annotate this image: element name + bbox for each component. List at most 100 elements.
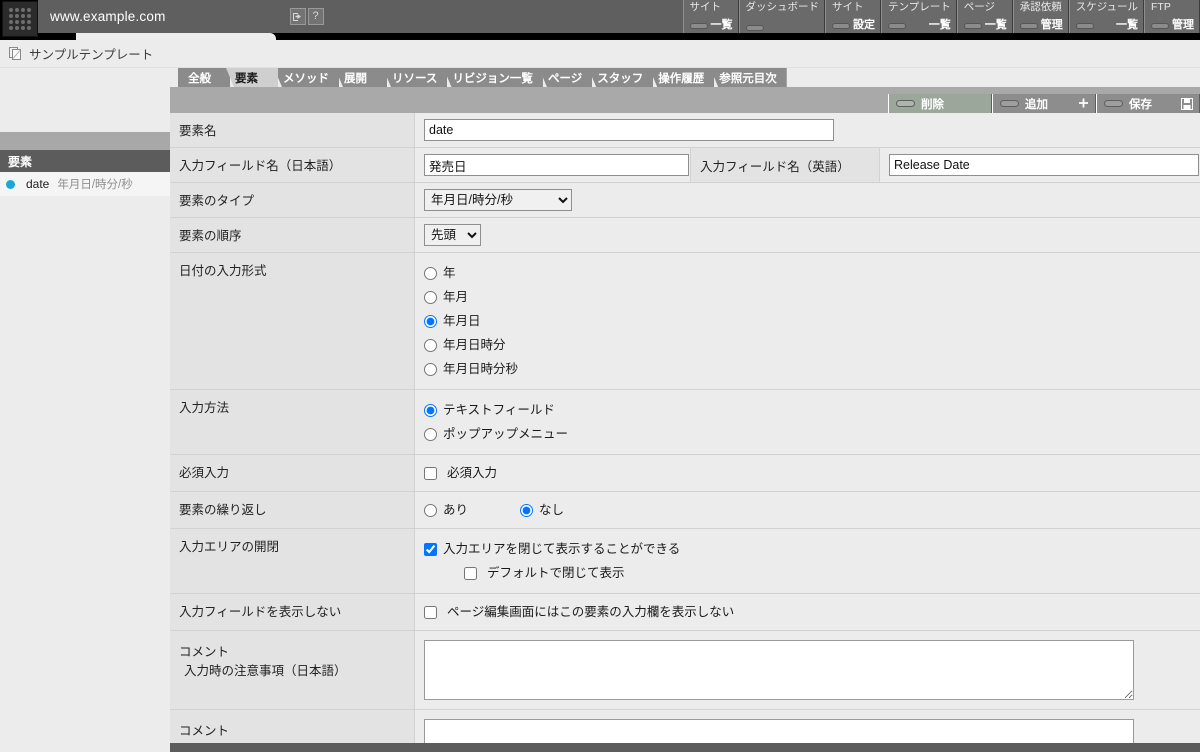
save-button[interactable]: 保存 bbox=[1096, 94, 1200, 114]
date-format-option-ymd-hms[interactable]: 年月日時分秒 bbox=[424, 359, 518, 379]
input-method-option-popup[interactable]: ポップアップメニュー bbox=[424, 424, 568, 444]
date-format-option-year-month-day[interactable]: 年月日 bbox=[424, 311, 481, 331]
nav-bottom-label: 設定 bbox=[853, 19, 876, 31]
date-format-radio[interactable] bbox=[424, 338, 437, 352]
add-button[interactable]: 追加 bbox=[992, 94, 1096, 114]
label-element-type: 要素のタイプ bbox=[170, 183, 415, 218]
tab-reference-index[interactable]: 参照元目次 bbox=[710, 68, 787, 87]
tab-revision-list[interactable]: リビジョン一覧 bbox=[443, 68, 543, 87]
date-format-option-label: 年月 bbox=[443, 290, 469, 305]
nav-item-dashboard[interactable]: ダッシュボード bbox=[738, 0, 826, 33]
nav-top-label: 承認依頼 bbox=[1019, 1, 1062, 13]
pill-icon bbox=[1075, 22, 1094, 29]
pill-icon bbox=[896, 100, 915, 108]
url-tab-shape bbox=[76, 33, 276, 40]
required-checkbox[interactable] bbox=[424, 466, 437, 480]
repeat-radio[interactable] bbox=[424, 503, 437, 517]
repeat-radio[interactable] bbox=[520, 503, 534, 517]
nav-bottom-label: 一覧 bbox=[928, 19, 951, 31]
collapse-main-checkbox[interactable] bbox=[424, 542, 437, 556]
nav-item-schedule-list[interactable]: スケジュール 一覧 bbox=[1068, 0, 1144, 33]
repeat-option-no[interactable]: なし bbox=[520, 500, 564, 520]
field-name-ja-input[interactable] bbox=[424, 154, 689, 177]
nav-top-label: サイト bbox=[832, 1, 864, 13]
label-input-method: 入力方法 bbox=[170, 390, 415, 455]
nav-top-label: サイト bbox=[689, 1, 722, 13]
nav-item-template-list[interactable]: テンプレート 一覧 bbox=[881, 0, 957, 33]
delete-button[interactable]: 削除 bbox=[888, 94, 992, 114]
action-bar: 削除 追加 保存 bbox=[170, 94, 1200, 114]
element-name-input[interactable] bbox=[424, 119, 834, 142]
row-date-format: 日付の入力形式 年 年月 年月日 年月日時分 年月日時分秒 bbox=[170, 253, 1200, 391]
date-format-option-label: 年 bbox=[443, 266, 456, 281]
question-mark-icon[interactable]: ? bbox=[307, 8, 324, 25]
sidebar-divider bbox=[0, 132, 170, 150]
label-date-format: 日付の入力形式 bbox=[170, 253, 415, 390]
nav-item-page-list[interactable]: ページ 一覧 bbox=[956, 0, 1013, 33]
date-format-option-label: 年月日 bbox=[443, 314, 481, 329]
collapse-default-checkbox-wrap[interactable]: デフォルトで閉じて表示 bbox=[464, 563, 625, 583]
dot-grid-icon[interactable] bbox=[2, 1, 38, 37]
comment-ja-textarea[interactable] bbox=[424, 640, 1134, 701]
required-checkbox-wrap[interactable]: 必須入力 bbox=[424, 463, 497, 483]
template-name: サンプルテンプレート bbox=[29, 48, 154, 62]
bottom-bar bbox=[170, 742, 1200, 752]
input-method-option-textfield[interactable]: テキストフィールド bbox=[424, 400, 555, 420]
pill-icon bbox=[963, 22, 982, 29]
date-format-option-ymd-hm[interactable]: 年月日時分 bbox=[424, 335, 506, 355]
nav-item-approval-management[interactable]: 承認依頼 管理 bbox=[1012, 0, 1069, 33]
tab-method[interactable]: メソッド bbox=[274, 68, 339, 87]
nav-item-site-list[interactable]: サイト 一覧 bbox=[682, 0, 739, 33]
input-method-radio[interactable] bbox=[424, 403, 437, 417]
pill-icon bbox=[1104, 100, 1123, 108]
date-format-radio[interactable] bbox=[424, 362, 437, 376]
tab-staff[interactable]: スタッフ bbox=[588, 68, 654, 87]
date-format-radio[interactable] bbox=[424, 290, 437, 304]
pill-icon bbox=[1019, 22, 1038, 29]
comment-en-line1: コメント bbox=[179, 724, 230, 739]
date-format-radio[interactable] bbox=[424, 266, 437, 280]
row-input-method: 入力方法 テキストフィールド ポップアップメニュー bbox=[170, 390, 1200, 456]
tab-deploy[interactable]: 展開 bbox=[335, 68, 387, 87]
hide-field-checkbox-wrap[interactable]: ページ編集画面にはこの要素の入力欄を表示しない bbox=[424, 602, 734, 622]
date-format-option-year-month[interactable]: 年月 bbox=[424, 287, 468, 307]
tab-element[interactable]: 要素 bbox=[226, 68, 278, 87]
label-collapse: 入力エリアの開閉 bbox=[170, 529, 415, 594]
logout-arrow-icon[interactable] bbox=[289, 8, 306, 25]
element-order-select[interactable]: 先頭 bbox=[424, 224, 481, 247]
repeat-option-yes[interactable]: あり bbox=[424, 500, 468, 520]
nav-item-ftp-management[interactable]: FTP 管理 bbox=[1144, 0, 1200, 33]
row-element-name: 要素名 bbox=[170, 113, 1200, 149]
nav-bottom-label: 一覧 bbox=[984, 19, 1007, 31]
row-hide-field: 入力フィールドを表示しない ページ編集画面にはこの要素の入力欄を表示しない bbox=[170, 594, 1200, 632]
comment-en-textarea[interactable] bbox=[424, 719, 1134, 743]
label-comment-en: コメント 入力時の注意事項（英語） bbox=[170, 710, 415, 743]
date-format-option-year[interactable]: 年 bbox=[424, 263, 456, 283]
field-name-en-input[interactable] bbox=[889, 154, 1199, 177]
global-nav: サイト 一覧 ダッシュボード サイト 設定 テンプレート 一覧 ページ 一覧 承… bbox=[682, 0, 1200, 33]
app-bar: www.example.com ? サイト 一覧 ダッシュボード サイト 設定 … bbox=[38, 0, 1200, 40]
date-format-radio[interactable] bbox=[424, 314, 437, 328]
pill-icon bbox=[1000, 100, 1019, 108]
date-format-option-label: 年月日時分秒 bbox=[443, 362, 519, 377]
element-type-select[interactable]: 年月日/時分/秒 bbox=[424, 189, 572, 212]
label-comment-ja: コメント 入力時の注意事項（日本語） bbox=[170, 631, 415, 710]
hide-field-checkbox[interactable] bbox=[424, 605, 437, 619]
tab-resource[interactable]: リソース bbox=[383, 68, 448, 87]
nav-item-site-settings[interactable]: サイト 設定 bbox=[825, 0, 882, 33]
sidebar: 要素 date 年月日/時分/秒 bbox=[0, 68, 170, 752]
tab-operation-history[interactable]: 操作履歴 bbox=[649, 68, 715, 87]
tab-page[interactable]: ページ bbox=[538, 68, 593, 87]
tab-general[interactable]: 全般 bbox=[178, 68, 230, 87]
collapse-default-checkbox[interactable] bbox=[464, 566, 477, 580]
sidebar-item-date[interactable]: date 年月日/時分/秒 bbox=[0, 172, 170, 196]
row-element-type: 要素のタイプ 年月日/時分/秒 bbox=[170, 183, 1200, 219]
pill-icon bbox=[888, 22, 907, 29]
nav-bottom-label: 管理 bbox=[1040, 19, 1063, 31]
input-method-radio[interactable] bbox=[424, 427, 437, 441]
pill-icon bbox=[1151, 22, 1169, 29]
collapse-main-checkbox-wrap[interactable]: 入力エリアを閉じて表示することができる bbox=[424, 539, 680, 559]
content-panel: 全般 要素 メソッド 展開 リソース リビジョン一覧 ページ スタッフ 操作履歴… bbox=[170, 68, 1200, 752]
label-repeat: 要素の繰り返し bbox=[170, 492, 415, 529]
add-button-label: 追加 bbox=[1025, 98, 1048, 111]
